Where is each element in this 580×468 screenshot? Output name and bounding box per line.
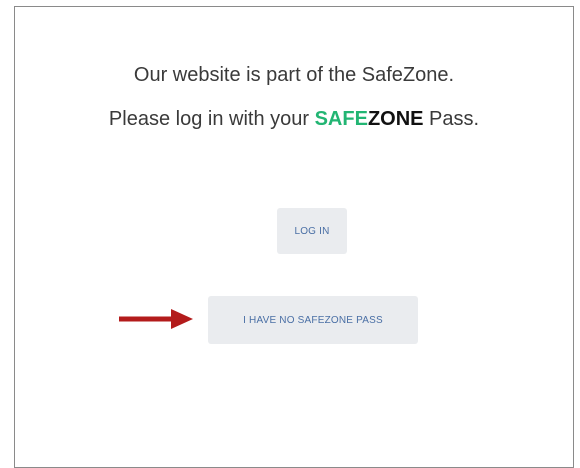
- brand-name-zone: ZONE: [367, 108, 424, 130]
- arrow-right-icon: [119, 309, 193, 329]
- intro-text: Our website is part of the SafeZone.: [133, 64, 455, 86]
- no-pass-button[interactable]: I HAVE NO SAFEZONE PASS: [208, 296, 418, 344]
- login-prompt-panel: Our website is part of the SafeZone. Ple…: [14, 6, 574, 468]
- instruction-suffix: Pass.: [423, 108, 480, 130]
- instruction-prefix: Please log in with your: [108, 108, 315, 130]
- login-instruction: Please log in with your SAFEZONE Pass.: [15, 107, 573, 131]
- login-button[interactable]: LOG IN: [277, 208, 347, 254]
- brand-name-safe: SAFE: [314, 108, 368, 130]
